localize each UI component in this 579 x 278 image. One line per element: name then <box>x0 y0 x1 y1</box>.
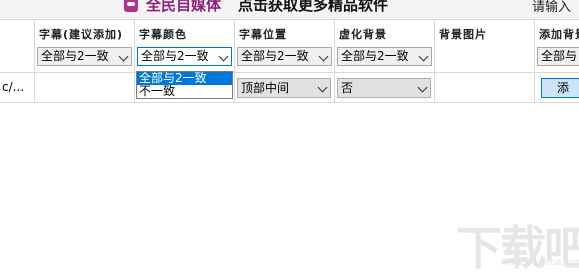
search-hint[interactable]: 请输入 <box>532 0 571 15</box>
add-background-select[interactable]: 全部与 <box>537 47 579 66</box>
column-subtitle: 字幕(建议添加) 全部与2一致 <box>35 20 135 72</box>
chevron-down-icon <box>418 51 429 62</box>
column-title: 字幕颜色 <box>139 28 187 41</box>
column-title: 背景图片 <box>439 28 487 41</box>
column-index <box>0 20 35 72</box>
blur-background-select[interactable]: 全部与2一致 <box>337 47 432 66</box>
app-logo-icon <box>124 0 138 12</box>
blur-select[interactable]: 否 <box>337 78 431 98</box>
subtitle-cell[interactable] <box>35 72 135 102</box>
path-cell: c/... <box>0 72 35 102</box>
column-title: 字幕(建议添加) <box>39 28 124 41</box>
add-background-button[interactable]: 添 <box>541 78 579 98</box>
select-value: 顶部中间 <box>241 81 290 95</box>
brand-name: 全民自媒体 <box>146 0 222 14</box>
watermark-url: www.xiazaiba.com <box>500 258 579 268</box>
subtitle-color-dropdown: 全部与2一致 不一致 <box>136 71 233 99</box>
column-background-image: 背景图片 <box>435 20 535 72</box>
chevron-down-icon <box>417 82 428 93</box>
column-blur-background: 虚化背景 全部与2一致 <box>335 20 435 72</box>
chevron-down-icon <box>317 82 328 93</box>
chevron-down-icon <box>218 51 229 62</box>
grid-header: 字幕(建议添加) 全部与2一致 字幕颜色 全部与2一致 字幕位置 全部与2一致 … <box>0 19 579 73</box>
select-value: 全部与2一致 <box>41 49 109 63</box>
column-add-background: 添加背景 全部与 <box>535 20 579 72</box>
chevron-down-icon <box>318 51 329 62</box>
watermark-logo: 下载吧 <box>456 221 579 275</box>
subtitle-select[interactable]: 全部与2一致 <box>37 47 132 66</box>
dropdown-option[interactable]: 不一致 <box>137 85 232 98</box>
blur-cell: 否 <box>335 72 435 102</box>
select-value: 全部与 <box>541 49 578 63</box>
subtitle-position-cell: 顶部中间 <box>235 72 335 102</box>
column-title: 添加背景 <box>539 28 579 41</box>
background-image-cell[interactable] <box>435 72 535 102</box>
table-row: c/... 顶部中间 否 添 <box>0 72 579 103</box>
position-select[interactable]: 顶部中间 <box>237 78 331 98</box>
promo-link[interactable]: 点击获取更多精品软件 <box>238 0 388 15</box>
select-value: 全部与2一致 <box>241 49 309 63</box>
select-value: 全部与2一致 <box>141 49 209 63</box>
file-path: c/... <box>2 80 25 94</box>
chevron-down-icon <box>118 51 129 62</box>
column-title: 字幕位置 <box>239 28 287 41</box>
subtitle-color-select[interactable]: 全部与2一致 <box>137 47 232 66</box>
column-subtitle-position: 字幕位置 全部与2一致 <box>235 20 335 72</box>
column-subtitle-color: 字幕颜色 全部与2一致 <box>135 20 235 72</box>
top-banner: 全民自媒体 点击获取更多精品软件 请输入 <box>0 0 579 18</box>
column-title: 虚化背景 <box>339 28 387 41</box>
subtitle-position-select[interactable]: 全部与2一致 <box>237 47 332 66</box>
select-value: 全部与2一致 <box>341 49 409 63</box>
select-value: 否 <box>341 81 354 95</box>
